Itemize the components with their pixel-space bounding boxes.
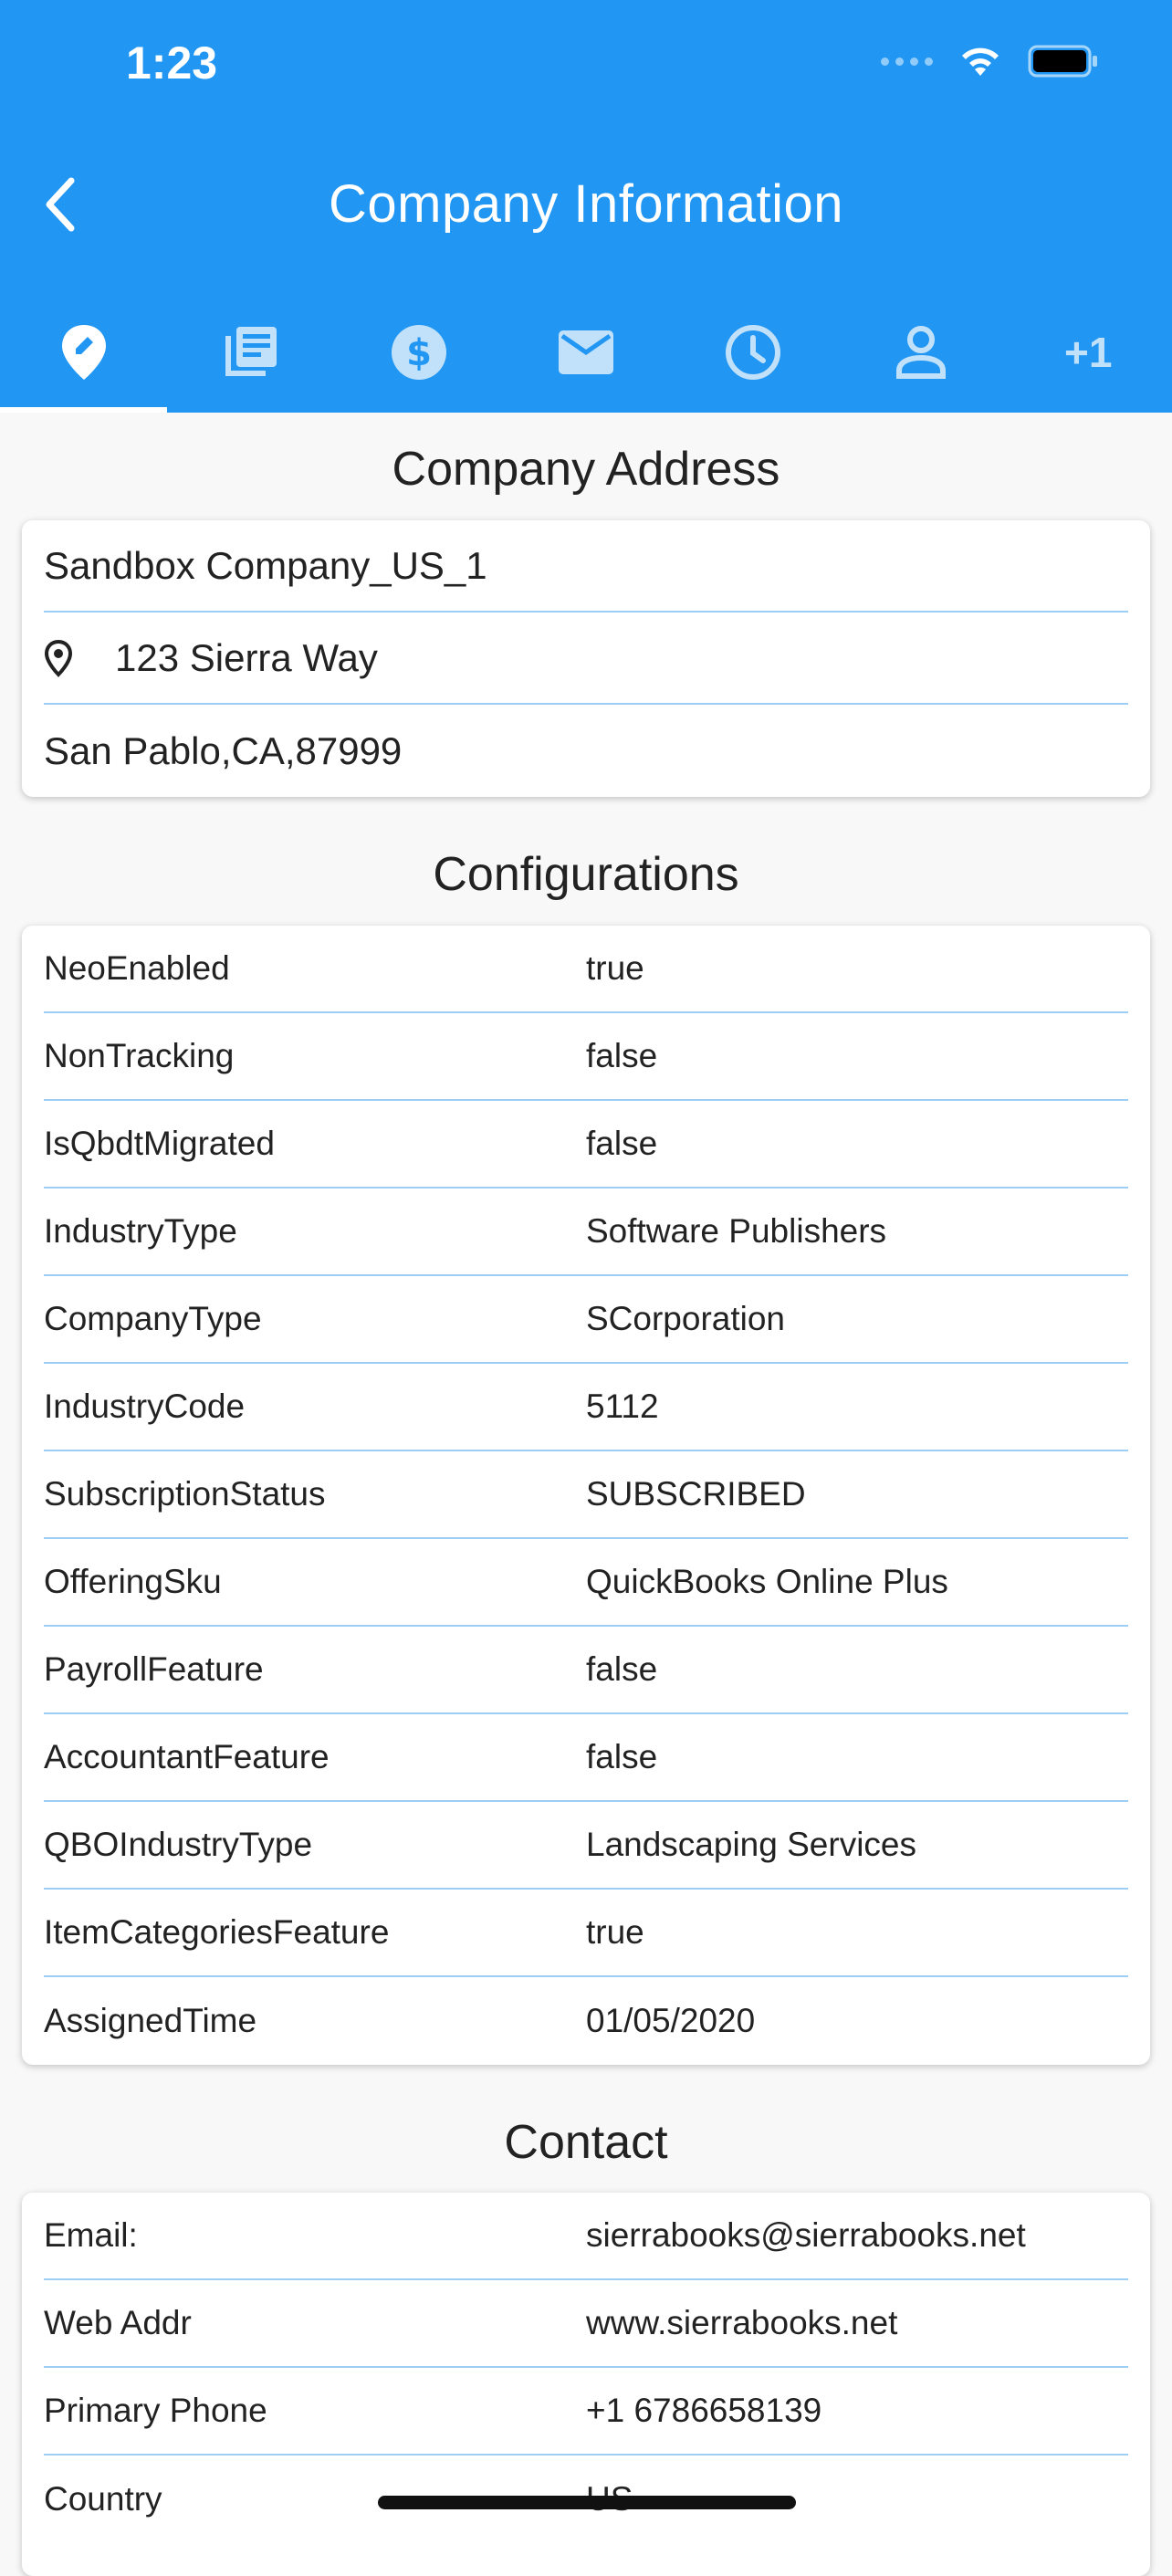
config-key: CompanyType <box>44 1300 262 1337</box>
city-state-zip: San Pablo,CA,87999 <box>44 728 403 772</box>
city-row: San Pablo,CA,87999 <box>44 705 1128 797</box>
tab-address[interactable] <box>0 292 168 413</box>
config-row: AssignedTime 01/05/2020 <box>44 1977 1128 2065</box>
status-icons <box>881 44 1099 79</box>
person-icon <box>895 326 946 379</box>
config-key: PayrollFeature <box>44 1650 264 1688</box>
config-row: QBOIndustryType Landscaping Services <box>44 1802 1128 1890</box>
configurations-section-title: Configurations <box>433 848 739 901</box>
config-row: NeoEnabled true <box>44 926 1128 1013</box>
page-title: Company Information <box>329 174 843 234</box>
dollar-icon: $ <box>391 325 446 380</box>
config-row: AccountantFeature false <box>44 1714 1128 1802</box>
app-bar: 1:23 Company Information $ +1 <box>0 0 1172 413</box>
status-time: 1:23 <box>126 37 218 89</box>
config-row: IndustryCode 5112 <box>44 1364 1128 1451</box>
address-card: Sandbox Company_US_1 123 Sierra Way San … <box>22 520 1150 797</box>
config-value: 01/05/2020 <box>586 2002 756 2039</box>
svg-text:$: $ <box>406 332 432 374</box>
contact-key: Web Addr <box>44 2304 192 2341</box>
contact-value[interactable]: sierrabooks@sierrabooks.net <box>586 2216 1128 2255</box>
config-value: SCorporation <box>586 1300 786 1337</box>
edit-location-icon <box>61 325 106 380</box>
config-row: NonTracking false <box>44 1013 1128 1101</box>
clock-icon <box>726 325 781 380</box>
config-key: IndustryCode <box>44 1387 246 1425</box>
config-key: AssignedTime <box>44 2002 257 2039</box>
config-key: NonTracking <box>44 1037 235 1074</box>
config-row: CompanyType SCorporation <box>44 1276 1128 1364</box>
config-row: ItemCategoriesFeature true <box>44 1890 1128 1977</box>
street-address: 123 Sierra Way <box>115 635 378 679</box>
config-row: IsQbdtMigrated false <box>44 1101 1128 1189</box>
address-section-title: Company Address <box>392 443 780 496</box>
contact-row: Web Addr www.sierrabooks.net <box>44 2280 1128 2368</box>
config-key: IsQbdtMigrated <box>44 1125 275 1162</box>
config-row: SubscriptionStatus SUBSCRIBED <box>44 1451 1128 1539</box>
tab-billing[interactable]: $ <box>335 292 502 413</box>
news-icon <box>225 327 277 376</box>
contact-row: Primary Phone +1 6786658139 <box>44 2368 1128 2456</box>
tab-mail[interactable] <box>502 292 669 413</box>
signal-icon <box>881 57 933 66</box>
config-value: Landscaping Services <box>586 1826 916 1863</box>
tab-bar: $ +1 <box>0 292 1172 413</box>
config-row: IndustryType Software Publishers <box>44 1189 1128 1276</box>
tab-profile[interactable] <box>837 292 1004 413</box>
home-indicator[interactable] <box>378 2496 796 2509</box>
config-value: false <box>586 1738 658 1775</box>
contact-key: Primary Phone <box>44 2392 267 2429</box>
config-value: false <box>586 1125 658 1162</box>
configurations-card: NeoEnabled true NonTracking false IsQbdtMi… <box>22 926 1150 2065</box>
wifi-icon <box>958 45 1002 78</box>
tab-news[interactable] <box>167 292 334 413</box>
config-value: false <box>586 1650 658 1688</box>
config-row: PayrollFeature false <box>44 1627 1128 1714</box>
config-key: SubscriptionStatus <box>44 1475 326 1513</box>
config-key: OfferingSku <box>44 1563 222 1600</box>
street-row: 123 Sierra Way <box>44 613 1128 705</box>
company-name: Sandbox Company_US_1 <box>44 543 487 587</box>
config-value: 5112 <box>586 1387 659 1425</box>
contact-row: Email: sierrabooks@sierrabooks.net <box>44 2193 1128 2280</box>
battery-icon <box>1028 44 1099 79</box>
contact-key: Email: <box>44 2216 138 2254</box>
contact-card: Email: sierrabooks@sierrabooks.net Web Ad… <box>22 2193 1150 2576</box>
config-row: OfferingSku QuickBooks Online Plus <box>44 1539 1128 1627</box>
contact-value[interactable]: www.sierrabooks.net <box>586 2304 1128 2342</box>
company-name-row: Sandbox Company_US_1 <box>44 520 1128 613</box>
config-key: AccountantFeature <box>44 1738 330 1775</box>
config-key: QBOIndustryType <box>44 1826 313 1863</box>
contact-value[interactable]: +1 6786658139 <box>586 2392 1128 2430</box>
config-key: NeoEnabled <box>44 949 230 987</box>
config-value: false <box>586 1037 658 1074</box>
config-value: QuickBooks Online Plus <box>586 1563 948 1600</box>
tab-more-label: +1 <box>1064 329 1113 376</box>
tab-history[interactable] <box>670 292 837 413</box>
config-key: IndustryType <box>44 1212 237 1250</box>
contact-section-title: Contact <box>504 2116 668 2169</box>
config-value: Software Publishers <box>586 1212 887 1250</box>
config-value: true <box>586 1913 644 1951</box>
mail-icon <box>558 330 613 374</box>
config-value: true <box>586 949 644 987</box>
location-pin-icon <box>44 639 115 677</box>
tab-more[interactable]: +1 <box>1005 292 1172 413</box>
config-value: SUBSCRIBED <box>586 1475 806 1513</box>
config-key: ItemCategoriesFeature <box>44 1913 390 1951</box>
